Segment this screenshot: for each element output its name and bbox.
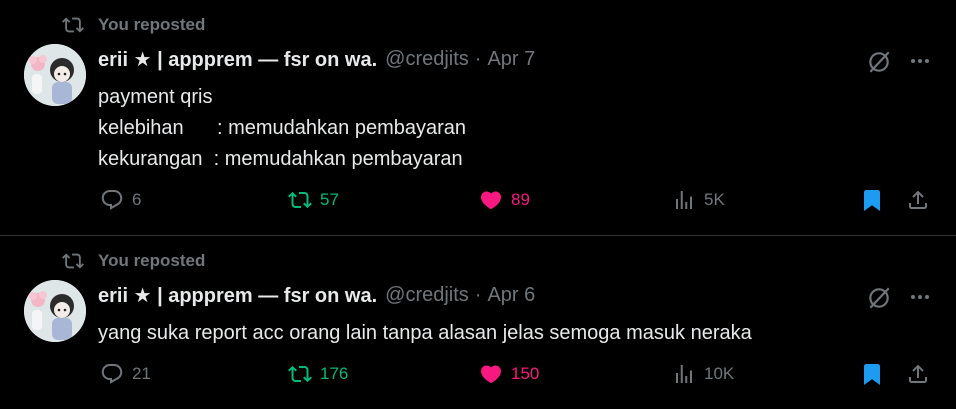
views-button[interactable]: 10K (672, 362, 734, 386)
views-icon (676, 191, 692, 209)
author-handle[interactable]: @credjits (385, 284, 469, 307)
bookmark-button[interactable] (860, 188, 892, 212)
repost-icon (62, 17, 84, 33)
tweet-header: erii ★ | appprem — fsr on wa. @credjits … (98, 47, 535, 72)
reply-button[interactable]: 6 (100, 188, 141, 212)
repost-button[interactable]: 57 (288, 188, 339, 212)
like-count: 89 (511, 190, 530, 209)
tweet-text: yang suka report acc orang lain tanpa al… (98, 322, 752, 344)
tweet-actions: 6 57 89 5K (0, 188, 956, 218)
repost-indicator: You reposted (62, 250, 205, 272)
views-button[interactable]: 5K (672, 188, 725, 212)
heart-filled-icon (480, 191, 502, 210)
repost-indicator: You reposted (62, 14, 205, 36)
tweet[interactable]: You reposted erii ★ | appprem — fsr on w… (0, 235, 956, 409)
bookmark-filled-icon (864, 190, 880, 211)
repost-icon (288, 191, 312, 209)
avatar[interactable] (24, 280, 86, 342)
grok-icon[interactable] (866, 285, 892, 311)
author-name[interactable]: erii ★ | appprem — fsr on wa. (98, 47, 377, 72)
repost-button[interactable]: 176 (288, 362, 348, 386)
reply-button[interactable]: 21 (100, 362, 151, 386)
repost-count: 176 (320, 364, 349, 383)
tweet-date[interactable]: Apr 7 (487, 48, 535, 71)
reply-icon (101, 190, 123, 210)
more-icon[interactable] (906, 286, 934, 308)
like-count: 150 (511, 364, 540, 383)
repost-count: 57 (320, 190, 339, 209)
bookmark-button[interactable] (860, 362, 892, 386)
heart-filled-icon (480, 365, 502, 384)
tweet-text: payment qris kelebihan : memudahkan pemb… (98, 86, 466, 170)
share-button[interactable] (906, 362, 938, 386)
like-button[interactable]: 150 (479, 362, 539, 386)
separator: · (474, 48, 482, 70)
repost-label: You reposted (98, 15, 206, 34)
separator: · (474, 284, 482, 306)
repost-icon (62, 253, 84, 269)
share-button[interactable] (906, 188, 938, 212)
like-button[interactable]: 89 (479, 188, 530, 212)
tweet-actions: 21 176 150 10K (0, 362, 956, 392)
reply-count: 6 (132, 190, 142, 209)
share-icon (909, 190, 927, 209)
author-handle[interactable]: @credjits (385, 48, 469, 71)
tweet-header: erii ★ | appprem — fsr on wa. @credjits … (98, 283, 535, 308)
author-name[interactable]: erii ★ | appprem — fsr on wa. (98, 283, 377, 308)
views-count: 10K (704, 364, 735, 383)
tweet[interactable]: You reposted erii ★ | appprem — fsr on w… (0, 0, 956, 235)
repost-icon (288, 365, 312, 383)
share-icon (909, 364, 927, 383)
views-count: 5K (704, 190, 725, 209)
reply-icon (101, 364, 123, 384)
reply-count: 21 (132, 364, 151, 383)
repost-label: You reposted (98, 251, 206, 270)
grok-icon[interactable] (866, 49, 892, 75)
views-icon (676, 365, 692, 383)
bookmark-filled-icon (864, 364, 880, 385)
more-icon[interactable] (906, 50, 934, 72)
avatar[interactable] (24, 44, 86, 106)
tweet-date[interactable]: Apr 6 (487, 284, 535, 307)
